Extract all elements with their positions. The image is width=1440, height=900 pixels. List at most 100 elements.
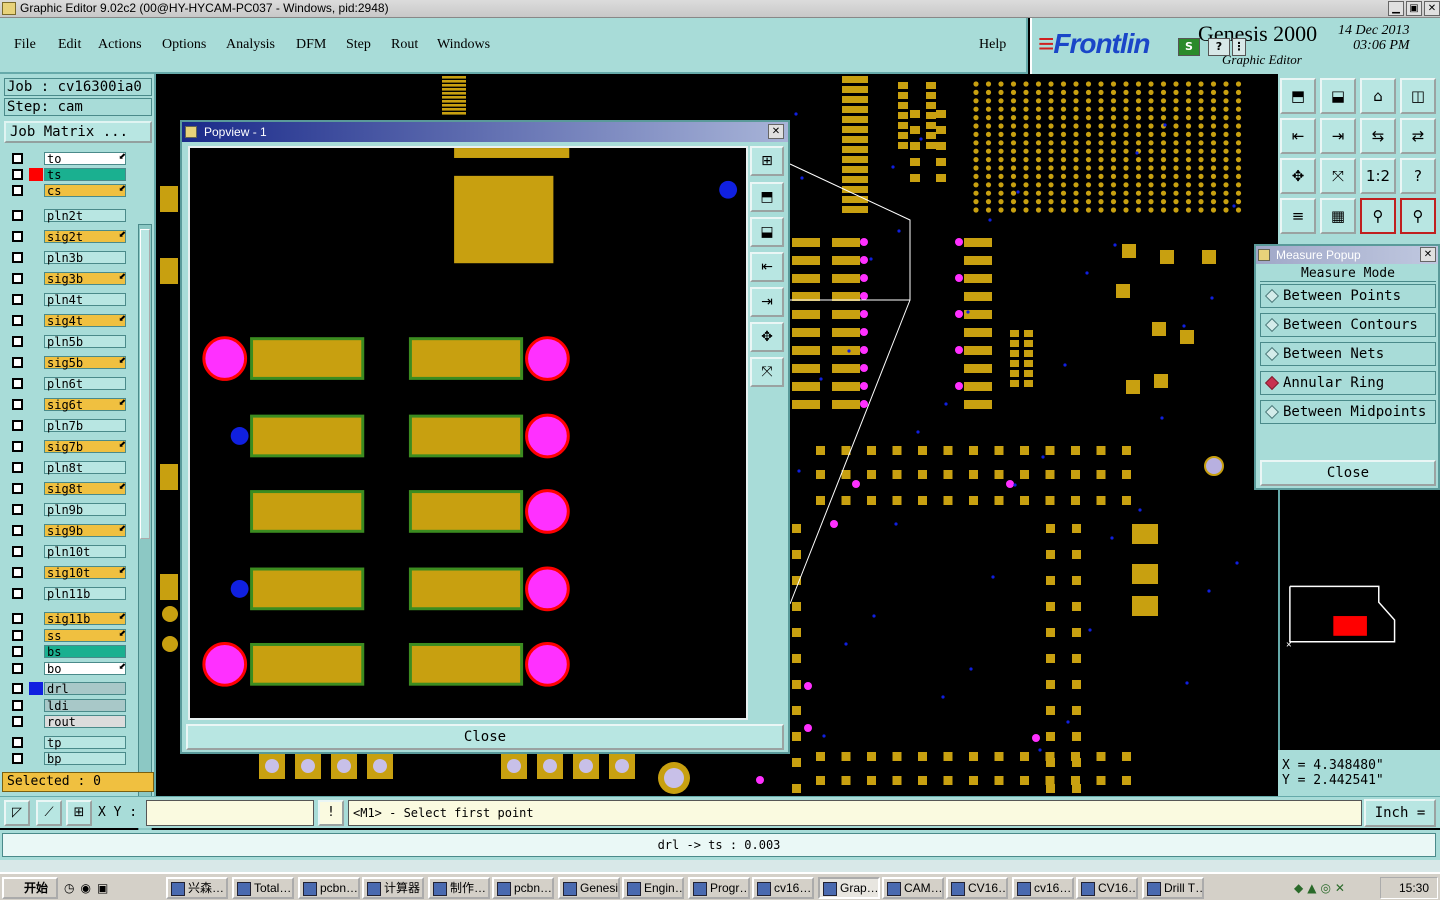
layer-row-pln9b[interactable]: pln9b bbox=[8, 503, 128, 517]
maximize-button[interactable]: ▣ bbox=[1406, 1, 1422, 16]
layer-scrollbar[interactable] bbox=[138, 224, 152, 844]
layer-checkbox[interactable] bbox=[12, 462, 23, 473]
layer-name[interactable]: tp bbox=[44, 735, 126, 749]
layer-row-sig11b[interactable]: sig11b ⬋ bbox=[8, 612, 128, 626]
ratio-button[interactable]: 1:2 bbox=[1360, 158, 1396, 194]
menu-windows[interactable]: Windows bbox=[437, 37, 490, 53]
layer-row-cs[interactable]: cs ⬋ bbox=[8, 184, 128, 198]
layer-checkbox[interactable] bbox=[12, 629, 23, 641]
radio-diamond-icon[interactable] bbox=[1264, 288, 1280, 304]
layers-icon[interactable]: ≡ bbox=[1280, 198, 1316, 234]
popview-center-icon[interactable]: ⤧ bbox=[750, 357, 784, 387]
task-button[interactable]: pcbn… bbox=[298, 877, 360, 899]
layer-checkbox[interactable] bbox=[12, 231, 23, 242]
layer-row-sig2t[interactable]: sig2t ⬋ bbox=[8, 230, 128, 244]
layer-checkbox[interactable] bbox=[12, 525, 23, 536]
layer-checkbox[interactable] bbox=[12, 683, 23, 694]
popview-close-icon[interactable]: ✕ bbox=[768, 124, 784, 139]
layer-color-swatch[interactable] bbox=[29, 272, 43, 285]
layer-row-rout[interactable]: rout bbox=[8, 715, 128, 729]
layer-name[interactable]: pln10t bbox=[44, 545, 126, 559]
task-button[interactable]: cv16… bbox=[1012, 877, 1074, 899]
layer-name[interactable]: sig8t bbox=[44, 482, 126, 496]
menu-help[interactable]: Help bbox=[979, 37, 1006, 53]
layer-name[interactable]: sig5b bbox=[44, 356, 126, 370]
radio-diamond-icon[interactable] bbox=[1264, 317, 1280, 333]
start-button[interactable]: 开始 bbox=[2, 877, 58, 899]
layer-checkbox[interactable] bbox=[12, 420, 23, 431]
snap-a-icon[interactable]: ⚲ bbox=[1360, 198, 1396, 234]
layer-checkbox[interactable] bbox=[12, 399, 23, 410]
layer-color-swatch[interactable] bbox=[29, 612, 43, 625]
layer-color-swatch[interactable] bbox=[29, 230, 43, 243]
swap-icon[interactable]: ⇆ bbox=[1360, 118, 1396, 154]
layer-row-tp[interactable]: tp bbox=[8, 735, 128, 749]
measure-option-4[interactable]: Between Midpoints bbox=[1260, 400, 1436, 424]
layer-name[interactable]: sig3b bbox=[44, 272, 126, 286]
layer-color-swatch[interactable] bbox=[29, 752, 43, 765]
layer-color-swatch[interactable] bbox=[29, 503, 43, 516]
layer-color-swatch[interactable] bbox=[29, 587, 43, 600]
measure-tool-icon[interactable]: ⟋ bbox=[36, 800, 62, 826]
window-titlebar[interactable]: Graphic Editor 9.02c2 (00@HY-HYCAM-PC037… bbox=[0, 0, 1440, 18]
layer-checkbox[interactable] bbox=[12, 294, 23, 305]
layer-color-swatch[interactable] bbox=[29, 645, 43, 658]
layer-checkbox[interactable] bbox=[12, 378, 23, 389]
popview-zoom-in-icon[interactable]: ⊞ bbox=[750, 146, 784, 176]
snap-b-icon[interactable]: ⚲ bbox=[1400, 198, 1436, 234]
job-matrix-button[interactable]: Job Matrix ... bbox=[4, 121, 152, 143]
measure-option-3[interactable]: Annular Ring bbox=[1260, 371, 1436, 395]
scroll-thumb[interactable] bbox=[140, 229, 150, 539]
layer-checkbox[interactable] bbox=[12, 483, 23, 494]
flip-icon[interactable]: ⇄ bbox=[1400, 118, 1436, 154]
layer-checkbox[interactable] bbox=[12, 185, 23, 196]
layer-color-swatch[interactable] bbox=[29, 419, 43, 432]
menu-dfm[interactable]: DFM bbox=[296, 37, 326, 53]
layer-checkbox[interactable] bbox=[12, 169, 23, 180]
layer-row-pln5b[interactable]: pln5b bbox=[8, 335, 128, 349]
task-button[interactable]: pcbn… bbox=[492, 877, 554, 899]
layer-name[interactable]: pln11b bbox=[44, 587, 126, 601]
overview-map[interactable]: × bbox=[1278, 490, 1440, 750]
layer-color-swatch[interactable] bbox=[29, 545, 43, 558]
pan-left-icon[interactable]: ⇤ bbox=[1280, 118, 1316, 154]
pan-down-icon[interactable]: ⬓ bbox=[1320, 78, 1356, 114]
layer-color-swatch[interactable] bbox=[29, 440, 43, 453]
radio-diamond-icon[interactable] bbox=[1264, 404, 1280, 420]
layer-color-swatch[interactable] bbox=[29, 461, 43, 474]
s-button[interactable]: S bbox=[1178, 38, 1200, 56]
layer-color-swatch[interactable] bbox=[29, 699, 43, 712]
layer-checkbox[interactable] bbox=[12, 210, 23, 221]
layer-color-swatch[interactable] bbox=[29, 356, 43, 369]
popview-pan-right-icon[interactable]: ⇥ bbox=[750, 287, 784, 317]
menu-edit[interactable]: Edit bbox=[58, 37, 81, 53]
layer-name[interactable]: sig11b bbox=[44, 612, 126, 626]
layer-row-sig5b[interactable]: sig5b ⬋ bbox=[8, 356, 128, 370]
layer-checkbox[interactable] bbox=[12, 646, 23, 657]
layer-row-bp[interactable]: bp bbox=[8, 752, 128, 766]
layer-color-swatch[interactable] bbox=[29, 736, 43, 749]
layer-color-swatch[interactable] bbox=[29, 524, 43, 537]
layer-color-swatch[interactable] bbox=[29, 377, 43, 390]
layer-row-pln7b[interactable]: pln7b bbox=[8, 419, 128, 433]
layer-name[interactable]: rout bbox=[44, 715, 126, 729]
measure-close-icon[interactable]: ✕ bbox=[1420, 247, 1436, 262]
layer-name[interactable]: pln8t bbox=[44, 461, 126, 475]
layer-row-ldi[interactable]: ldi bbox=[8, 698, 128, 712]
layer-checkbox[interactable] bbox=[12, 546, 23, 557]
layer-row-sig4t[interactable]: sig4t ⬋ bbox=[8, 314, 128, 328]
measure-popup-title[interactable]: Measure Popup bbox=[1256, 246, 1438, 264]
layer-row-sig8t[interactable]: sig8t ⬋ bbox=[8, 482, 128, 496]
layer-row-sig10t[interactable]: sig10t ⬋ bbox=[8, 566, 128, 580]
task-button[interactable]: Grap… bbox=[818, 877, 880, 899]
layer-checkbox[interactable] bbox=[12, 753, 23, 764]
layer-row-ss[interactable]: ss ⬋ bbox=[8, 628, 128, 642]
layer-name[interactable]: bs bbox=[44, 645, 126, 659]
layer-row-pln10t[interactable]: pln10t bbox=[8, 545, 128, 559]
layer-row-pln11b[interactable]: pln11b bbox=[8, 587, 128, 601]
popview-fit-icon[interactable]: ✥ bbox=[750, 322, 784, 352]
radio-diamond-icon[interactable] bbox=[1264, 375, 1280, 391]
task-button[interactable]: CV16… bbox=[946, 877, 1008, 899]
layer-checkbox[interactable] bbox=[12, 613, 23, 624]
layer-name[interactable]: pln4t bbox=[44, 293, 126, 307]
